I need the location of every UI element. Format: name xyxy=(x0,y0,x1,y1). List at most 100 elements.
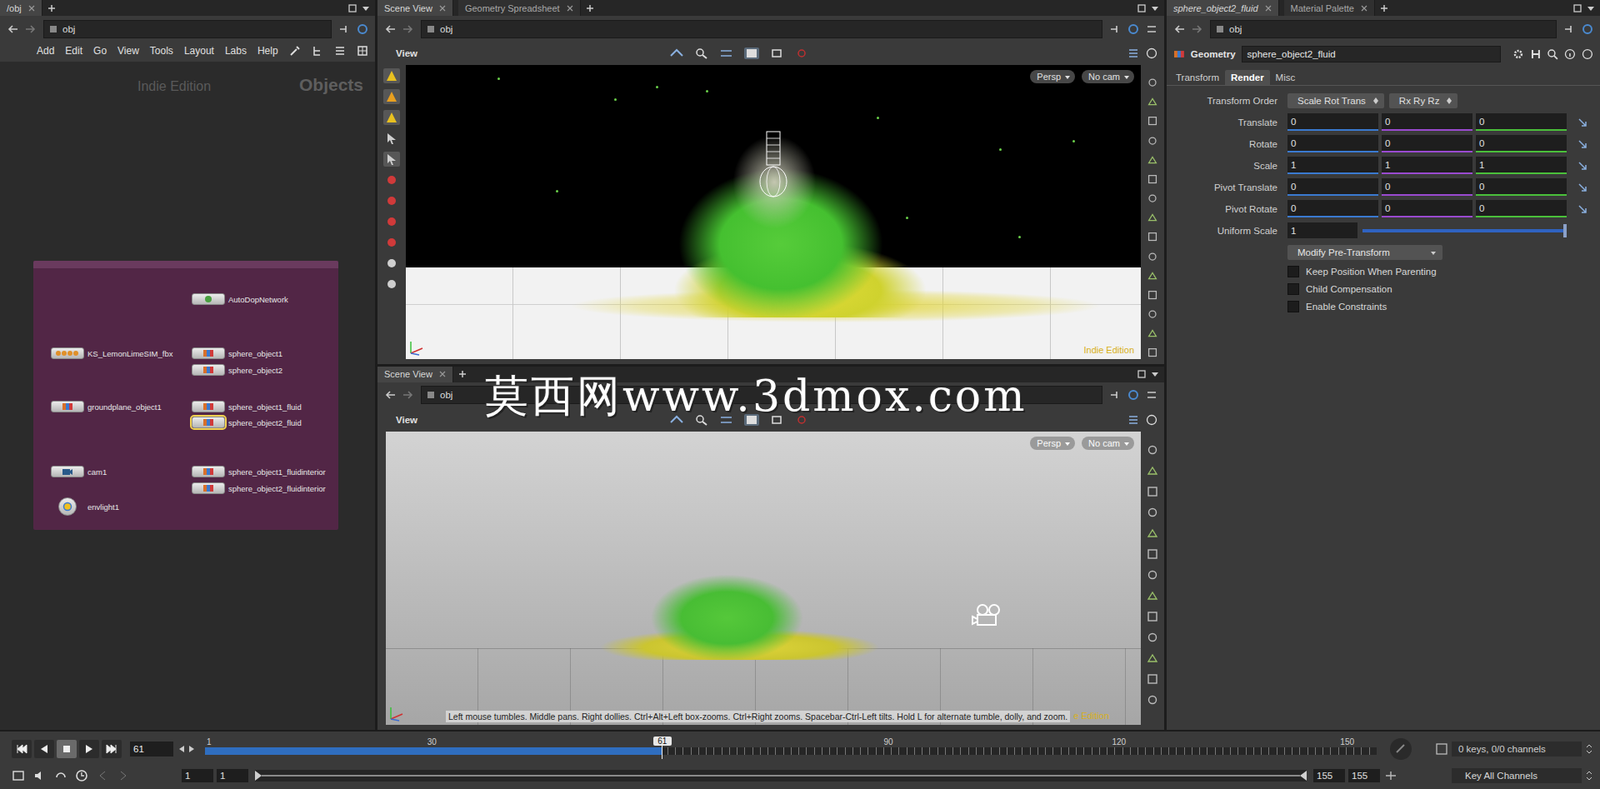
display-option-icon[interactable] xyxy=(1145,76,1160,89)
maximize-icon[interactable] xyxy=(1573,4,1582,13)
key-options-icon[interactable] xyxy=(1383,769,1399,783)
pane-tab[interactable]: Material Palette xyxy=(1284,0,1375,16)
snap-icon[interactable] xyxy=(669,47,685,60)
list-icon[interactable] xyxy=(334,45,346,57)
wrench-icon[interactable] xyxy=(289,45,301,57)
display-option-icon[interactable] xyxy=(1145,192,1160,205)
parameter-tab[interactable]: Misc xyxy=(1270,70,1302,85)
range-end-field[interactable]: 155 xyxy=(1348,769,1380,783)
loop-icon[interactable] xyxy=(53,769,69,783)
display-option-icon[interactable] xyxy=(1145,630,1160,645)
background-icon[interactable] xyxy=(769,414,785,426)
zoom-icon[interactable] xyxy=(694,414,710,426)
parameter-tab[interactable]: Transform xyxy=(1170,70,1225,85)
vector-field[interactable]: 0 xyxy=(1475,200,1567,218)
uniform-scale-field[interactable]: 1 xyxy=(1287,222,1358,239)
transport-button[interactable] xyxy=(101,740,122,759)
prev-key-icon[interactable] xyxy=(95,769,110,783)
tree-icon[interactable] xyxy=(311,45,324,57)
node-body[interactable] xyxy=(191,364,225,376)
network-node[interactable]: sphere_object1 xyxy=(191,347,283,360)
pin-icon[interactable] xyxy=(338,23,350,35)
network-node[interactable]: sphere_object2_fluidinterior xyxy=(191,482,326,495)
grid-icon[interactable] xyxy=(356,45,369,57)
network-box-header[interactable] xyxy=(33,260,339,269)
channel-icon[interactable] xyxy=(1576,116,1589,129)
scroll-arrows-icon[interactable] xyxy=(1585,743,1594,755)
transport-button[interactable] xyxy=(11,740,32,759)
display-option-icon[interactable] xyxy=(1145,135,1160,147)
maximize-icon[interactable] xyxy=(348,4,357,13)
current-frame-marker[interactable]: 61 xyxy=(661,737,663,760)
pin-icon[interactable] xyxy=(1109,389,1121,401)
vector-field[interactable]: 1 xyxy=(1475,156,1567,175)
display-option-icon[interactable] xyxy=(1145,327,1160,340)
checkbox-row[interactable]: Keep Position When Parenting xyxy=(1287,265,1567,278)
display-option-icon[interactable] xyxy=(1145,672,1160,686)
node-body[interactable] xyxy=(191,347,225,360)
next-key-icon[interactable] xyxy=(115,769,131,783)
view-label[interactable]: View xyxy=(395,48,418,59)
vector-field[interactable]: 0 xyxy=(1287,113,1379,131)
display-option-icon[interactable] xyxy=(1145,308,1160,320)
display-icon[interactable] xyxy=(744,414,760,426)
scroll-arrows-icon[interactable] xyxy=(1585,770,1594,782)
swap-icon[interactable] xyxy=(719,414,735,426)
close-icon[interactable] xyxy=(566,5,574,12)
tool-icon[interactable] xyxy=(383,110,400,125)
node-body[interactable] xyxy=(50,465,85,478)
checkbox[interactable] xyxy=(1287,265,1300,278)
help-card-icon[interactable] xyxy=(1530,48,1542,60)
channel-icon[interactable] xyxy=(1576,160,1589,172)
record-icon[interactable] xyxy=(794,47,810,60)
camera-dropdown[interactable]: No cam xyxy=(1081,70,1135,84)
node-body[interactable] xyxy=(191,416,225,429)
range-end-handle[interactable] xyxy=(1300,770,1307,781)
settings-icon[interactable] xyxy=(1145,23,1158,35)
snap-icon[interactable] xyxy=(669,414,685,426)
node-body[interactable] xyxy=(191,400,225,413)
display-option-icon[interactable] xyxy=(1145,547,1160,561)
display-option-icon[interactable] xyxy=(1145,346,1160,359)
tool-icon[interactable] xyxy=(383,151,400,167)
tool-icon[interactable] xyxy=(383,235,400,250)
playback-end-field[interactable]: 155 xyxy=(1313,769,1345,783)
display-option-icon[interactable] xyxy=(1145,485,1160,499)
plus-icon[interactable] xyxy=(47,4,56,13)
display-option-icon[interactable] xyxy=(1145,693,1160,707)
background-icon[interactable] xyxy=(769,47,785,60)
close-icon[interactable] xyxy=(439,5,446,12)
tool-icon[interactable] xyxy=(383,130,400,146)
network-node[interactable]: sphere_object2 xyxy=(191,364,283,376)
menu-item[interactable]: Edit xyxy=(65,45,83,57)
display-option-icon[interactable] xyxy=(1145,651,1160,665)
display-option-icon[interactable] xyxy=(1145,173,1160,185)
link-icon[interactable] xyxy=(1581,23,1594,35)
viewport[interactable]: PerspNo camIndie Edition xyxy=(405,65,1141,360)
tool-icon[interactable] xyxy=(383,193,400,209)
pin-icon[interactable] xyxy=(1109,23,1121,35)
transport-button[interactable] xyxy=(79,740,100,759)
menu-item[interactable]: Labs xyxy=(225,45,247,57)
path-field[interactable]: obj xyxy=(1210,20,1557,39)
tool-icon[interactable] xyxy=(383,89,400,105)
tool-icon[interactable] xyxy=(383,214,400,230)
display-option-icon[interactable] xyxy=(1145,211,1160,224)
display-option-icon[interactable] xyxy=(1145,115,1160,127)
tool-icon[interactable] xyxy=(383,172,400,188)
link-icon[interactable] xyxy=(1127,389,1140,401)
menu-item[interactable]: Help xyxy=(257,45,279,57)
path-field[interactable]: obj xyxy=(43,20,332,39)
camera-icon[interactable] xyxy=(970,603,1005,629)
vector-field[interactable]: 0 xyxy=(1475,178,1567,196)
display-option-icon[interactable] xyxy=(1145,250,1160,263)
range-start-field[interactable]: 1 xyxy=(181,769,214,783)
parameter-tab[interactable]: Render xyxy=(1225,70,1270,85)
pane-menu-icon[interactable] xyxy=(361,4,370,13)
settings-icon[interactable] xyxy=(1145,389,1158,401)
vector-field[interactable]: 0 xyxy=(1381,113,1473,131)
network-node[interactable]: KS_LemonLimeSIM_fbx xyxy=(50,347,173,360)
gear-icon[interactable] xyxy=(1512,48,1525,60)
display-option-icon[interactable] xyxy=(1145,270,1160,282)
pane-menu-icon[interactable] xyxy=(1586,4,1595,13)
